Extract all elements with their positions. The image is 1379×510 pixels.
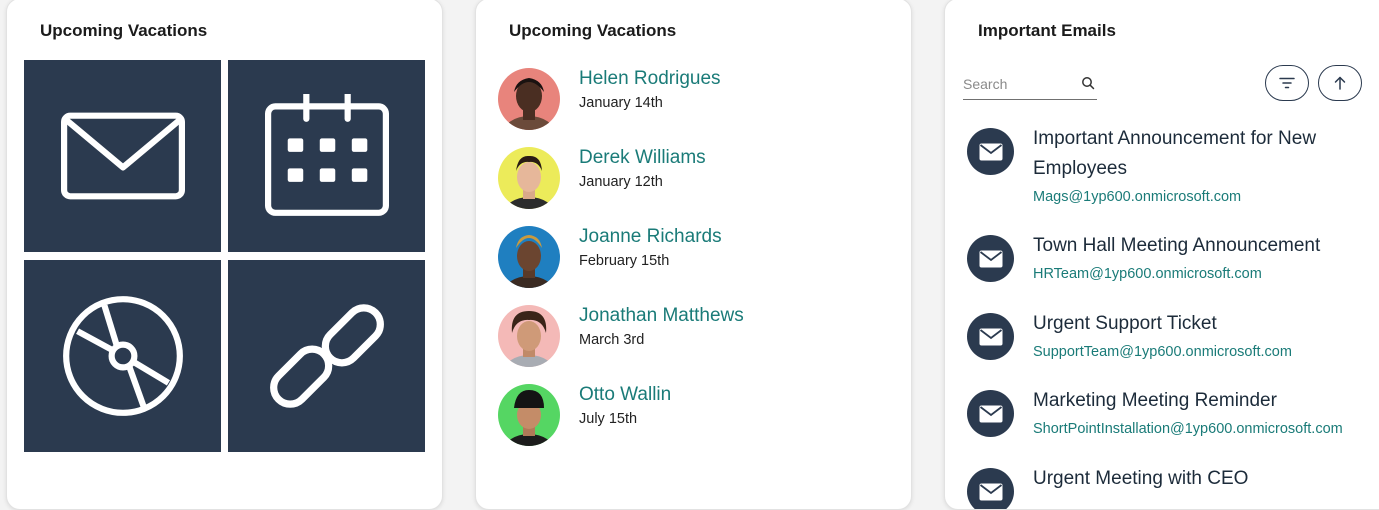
- person-name[interactable]: Joanne Richards: [579, 226, 722, 248]
- vacation-date: January 14th: [579, 95, 663, 111]
- card-title: Upcoming Vacations: [509, 21, 677, 40]
- email-avatar: [967, 390, 1014, 437]
- vacation-date: January 12th: [579, 174, 663, 190]
- person-name[interactable]: Helen Rodrigues: [579, 68, 721, 90]
- person-item[interactable]: Otto Wallin July 15th: [498, 384, 898, 448]
- envelope-icon: [60, 112, 185, 200]
- search-box: [963, 71, 1097, 100]
- important-emails-card: Important Emails Important Announcement …: [944, 0, 1379, 510]
- email-sender: ShortPointInstallation@1yp600.onmicrosof…: [1033, 421, 1343, 437]
- vacations-tiles-card: Upcoming Vacations: [6, 0, 443, 510]
- email-subject[interactable]: Marketing Meeting Reminder: [1033, 386, 1363, 416]
- arrow-up-icon: [1334, 76, 1346, 90]
- person-item[interactable]: Joanne Richards February 15th: [498, 226, 898, 290]
- vacation-date: February 15th: [579, 253, 670, 269]
- tile-calendar[interactable]: [228, 60, 425, 252]
- person-name[interactable]: Derek Williams: [579, 147, 706, 169]
- calendar-icon: [264, 94, 389, 216]
- tile-mail[interactable]: [24, 60, 221, 252]
- person-name[interactable]: Jonathan Matthews: [579, 305, 744, 327]
- avatar: [498, 147, 560, 209]
- email-subject[interactable]: Urgent Support Ticket: [1033, 309, 1363, 339]
- email-avatar: [967, 128, 1014, 175]
- person-item[interactable]: Jonathan Matthews March 3rd: [498, 305, 898, 369]
- mail-icon: [979, 143, 1002, 160]
- card-title: Important Emails: [978, 21, 1116, 40]
- vacation-date: July 15th: [579, 411, 638, 427]
- filter-button[interactable]: [1265, 65, 1309, 101]
- mail-icon: [979, 483, 1002, 500]
- email-subject[interactable]: Important Announcement for New Employees: [1033, 124, 1363, 184]
- avatar: [498, 68, 560, 130]
- disc-icon: [62, 296, 183, 416]
- search-input[interactable]: [963, 73, 1073, 95]
- avatar: [498, 305, 560, 367]
- mail-icon: [979, 405, 1002, 422]
- person-item[interactable]: Derek Williams January 12th: [498, 147, 898, 211]
- email-item[interactable]: Important Announcement for New Employees…: [967, 124, 1377, 214]
- link-icon: [269, 304, 384, 408]
- avatar: [498, 226, 560, 288]
- sort-button[interactable]: [1318, 65, 1362, 101]
- email-sender: SupportTeam@1yp600.onmicrosoft.com: [1033, 344, 1292, 360]
- person-item[interactable]: Helen Rodrigues January 14th: [498, 68, 898, 132]
- avatar: [498, 384, 560, 446]
- email-item[interactable]: Marketing Meeting Reminder ShortPointIns…: [967, 386, 1377, 446]
- email-avatar: [967, 313, 1014, 360]
- email-subject[interactable]: Town Hall Meeting Announcement: [1033, 231, 1363, 261]
- email-avatar: [967, 235, 1014, 282]
- filter-icon: [1279, 77, 1295, 89]
- search-icon[interactable]: [1081, 76, 1095, 90]
- email-subject[interactable]: Urgent Meeting with CEO: [1033, 464, 1363, 494]
- email-item[interactable]: Urgent Support Ticket SupportTeam@1yp600…: [967, 309, 1377, 369]
- email-item[interactable]: Town Hall Meeting Announcement HRTeam@1y…: [967, 231, 1377, 291]
- vacations-people-card: Upcoming Vacations Helen Rodrigues Janua…: [475, 0, 912, 510]
- mail-icon: [979, 328, 1002, 345]
- email-item[interactable]: Urgent Meeting with CEO: [967, 464, 1377, 509]
- email-sender: HRTeam@1yp600.onmicrosoft.com: [1033, 266, 1262, 282]
- tile-link[interactable]: [228, 260, 425, 452]
- card-title: Upcoming Vacations: [40, 21, 208, 40]
- mail-icon: [979, 250, 1002, 267]
- email-sender: Mags@1yp600.onmicrosoft.com: [1033, 189, 1242, 205]
- email-avatar: [967, 468, 1014, 509]
- tile-disc[interactable]: [24, 260, 221, 452]
- person-name[interactable]: Otto Wallin: [579, 384, 671, 406]
- vacation-date: March 3rd: [579, 332, 645, 348]
